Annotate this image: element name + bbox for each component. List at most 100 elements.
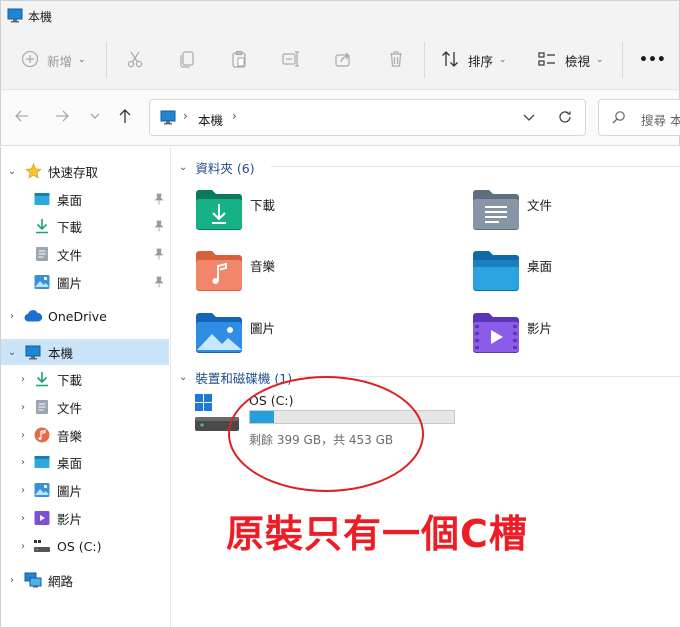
chevron-right-icon[interactable]: › bbox=[17, 513, 29, 524]
music-folder-icon bbox=[196, 251, 242, 291]
sidebar-item-quick-access[interactable]: ⌄ 快速存取 bbox=[1, 158, 169, 184]
command-bar: 新增 ⌄ 排序 ⌄ 檢視 ⌄ ••• bbox=[0, 30, 680, 90]
download-icon bbox=[33, 370, 51, 388]
sidebar-item-pc-desktop[interactable]: › 桌面 bbox=[1, 449, 169, 475]
chevron-right-icon[interactable]: › bbox=[17, 430, 29, 441]
folder-pictures[interactable]: 圖片 bbox=[194, 310, 434, 362]
folders-group-header[interactable]: ⌄ 資料夾 (6) bbox=[179, 158, 255, 177]
star-icon bbox=[24, 162, 42, 180]
chevron-right-icon[interactable]: › bbox=[17, 485, 29, 496]
monitor-icon bbox=[7, 8, 23, 26]
folder-videos[interactable]: 影片 bbox=[471, 310, 680, 362]
sidebar-item-label: 文件 bbox=[57, 247, 83, 263]
more-options-button[interactable]: ••• bbox=[639, 44, 666, 76]
new-button[interactable]: 新增 ⌄ bbox=[21, 44, 86, 76]
music-icon bbox=[33, 426, 51, 444]
forward-button[interactable] bbox=[51, 106, 73, 128]
sidebar-item-label: OS (C:) bbox=[57, 538, 102, 554]
recent-locations-button[interactable] bbox=[84, 106, 106, 128]
folder-music[interactable]: 音樂 bbox=[194, 248, 434, 300]
chevron-down-icon[interactable]: ⌄ bbox=[179, 162, 187, 173]
sidebar-item-pc-videos[interactable]: › 影片 bbox=[1, 505, 169, 531]
chevron-right-icon[interactable]: › bbox=[232, 109, 237, 123]
sort-button[interactable]: 排序 ⌄ bbox=[440, 44, 507, 76]
folder-desktop[interactable]: 桌面 bbox=[471, 248, 680, 300]
sidebar-item-label: 下載 bbox=[57, 372, 83, 388]
pictures-icon bbox=[33, 273, 51, 291]
chevron-down-icon: ⌄ bbox=[78, 55, 86, 65]
chevron-down-icon[interactable]: ⌄ bbox=[179, 372, 187, 383]
sidebar-item-pc-drive-c[interactable]: › OS (C:) bbox=[1, 533, 169, 559]
sidebar-item-network[interactable]: › 網路 bbox=[1, 567, 169, 593]
sidebar-item-pc-music[interactable]: › 音樂 bbox=[1, 422, 169, 448]
search-icon bbox=[611, 110, 626, 128]
address-bar[interactable]: › 本機 › bbox=[149, 99, 586, 136]
sidebar-item-onedrive[interactable]: › OneDrive bbox=[1, 303, 169, 329]
copy-icon bbox=[177, 49, 197, 72]
documents-folder-icon bbox=[473, 190, 519, 230]
copy-button[interactable] bbox=[177, 44, 197, 76]
share-button[interactable] bbox=[333, 44, 353, 76]
chevron-down-icon[interactable]: ⌄ bbox=[6, 347, 18, 358]
chevron-right-icon[interactable]: › bbox=[17, 402, 29, 413]
sidebar-item-label: OneDrive bbox=[48, 308, 107, 324]
sidebar-item-label: 影片 bbox=[57, 511, 83, 527]
sidebar-item-label: 快速存取 bbox=[48, 164, 99, 180]
chevron-right-icon[interactable]: › bbox=[17, 374, 29, 385]
sidebar-item-documents[interactable]: 文件 bbox=[1, 241, 169, 267]
monitor-icon bbox=[160, 110, 176, 128]
delete-button[interactable] bbox=[386, 44, 406, 76]
sidebar-item-label: 音樂 bbox=[57, 428, 83, 444]
chevron-down-icon[interactable]: ⌄ bbox=[6, 166, 18, 177]
chevron-right-icon[interactable]: › bbox=[17, 541, 29, 552]
group-divider bbox=[271, 166, 680, 167]
sidebar-item-pc-documents[interactable]: › 文件 bbox=[1, 394, 169, 420]
sidebar-item-pc-pictures[interactable]: › 圖片 bbox=[1, 477, 169, 503]
search-placeholder: 搜尋 本 bbox=[641, 113, 680, 128]
refresh-icon[interactable] bbox=[557, 109, 573, 128]
arrow-right-icon bbox=[54, 108, 70, 127]
sidebar-item-this-pc[interactable]: ⌄ 本機 bbox=[1, 339, 169, 365]
view-button[interactable]: 檢視 ⌄ bbox=[537, 44, 604, 76]
chevron-right-icon[interactable]: › bbox=[17, 457, 29, 468]
sidebar-item-pictures[interactable]: 圖片 bbox=[1, 269, 169, 295]
toolbar-divider bbox=[106, 42, 107, 78]
sidebar-item-downloads[interactable]: 下載 bbox=[1, 213, 169, 239]
search-box[interactable]: 搜尋 本 bbox=[598, 99, 680, 136]
group-divider bbox=[299, 376, 680, 377]
pin-icon bbox=[154, 220, 164, 232]
pin-icon bbox=[154, 248, 164, 260]
arrow-up-icon bbox=[117, 108, 133, 127]
sidebar-item-label: 網路 bbox=[48, 573, 74, 589]
sidebar-item-pc-downloads[interactable]: › 下載 bbox=[1, 366, 169, 392]
chevron-down-icon bbox=[89, 110, 101, 125]
sidebar-item-desktop[interactable]: 桌面 bbox=[1, 186, 169, 212]
pictures-folder-icon bbox=[196, 313, 242, 353]
pin-icon bbox=[154, 276, 164, 288]
folder-label: 影片 bbox=[527, 321, 553, 336]
folder-documents[interactable]: 文件 bbox=[471, 187, 680, 239]
view-button-label: 檢視 bbox=[565, 53, 591, 69]
folder-downloads[interactable]: 下載 bbox=[194, 187, 434, 239]
title-bar: 本機 bbox=[0, 0, 680, 30]
chevron-right-icon[interactable]: › bbox=[6, 575, 18, 586]
annotation-text: 原裝只有一個C槽 bbox=[226, 512, 528, 556]
cut-button[interactable] bbox=[125, 44, 145, 76]
desktop-folder-icon bbox=[473, 251, 519, 291]
navigation-bar: › 本機 › 搜尋 本 bbox=[0, 90, 680, 146]
rename-button[interactable] bbox=[281, 44, 301, 76]
address-dropdown-icon[interactable] bbox=[522, 110, 536, 127]
chevron-right-icon[interactable]: › bbox=[6, 311, 18, 322]
folder-label: 圖片 bbox=[250, 321, 276, 336]
up-button[interactable] bbox=[114, 106, 136, 128]
breadcrumb-item[interactable]: 本機 bbox=[198, 110, 223, 129]
network-icon bbox=[24, 571, 42, 589]
folder-label: 下載 bbox=[250, 198, 276, 213]
drive-icon bbox=[33, 537, 51, 555]
sidebar-item-label: 本機 bbox=[48, 345, 74, 361]
sort-arrows-icon bbox=[440, 49, 460, 72]
sidebar-item-label: 桌面 bbox=[57, 192, 83, 208]
document-icon bbox=[33, 245, 51, 263]
back-button[interactable] bbox=[11, 106, 33, 128]
paste-button[interactable] bbox=[229, 44, 249, 76]
